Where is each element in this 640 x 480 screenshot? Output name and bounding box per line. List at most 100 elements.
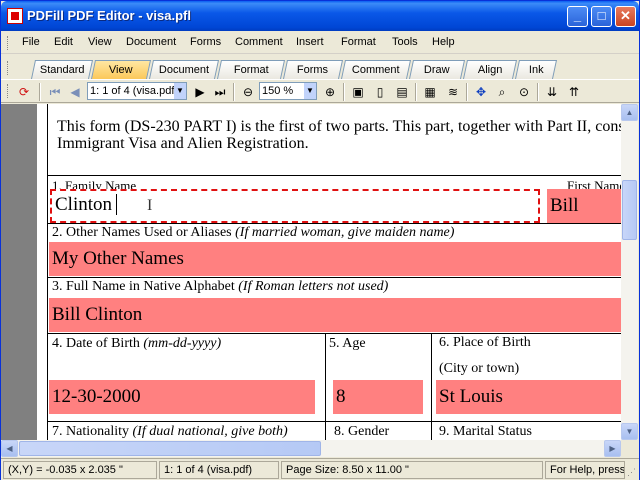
zoom-select[interactable]: 150 % ▼: [259, 82, 317, 100]
menu-comment[interactable]: Comment: [235, 36, 283, 48]
pob-field[interactable]: St Louis: [436, 380, 621, 414]
toolbar-separator: [537, 83, 539, 101]
text-caret: ​: [116, 194, 118, 215]
menu-tools[interactable]: Tools: [392, 36, 418, 48]
toolbar-separator: [39, 83, 41, 101]
pan-icon[interactable]: ✥: [472, 83, 490, 101]
actual-size-icon[interactable]: ▯: [371, 83, 389, 101]
menu-view[interactable]: View: [88, 36, 112, 48]
fit-width-icon[interactable]: ▤: [393, 83, 411, 101]
toolbar-grip[interactable]: [7, 84, 10, 98]
status-page: 1: 1 of 4 (visa.pdf): [159, 461, 279, 479]
label-dob-note: (mm-dd-yyyy): [143, 336, 222, 351]
first-name-field[interactable]: Bill: [547, 189, 621, 223]
zoom-tool-icon[interactable]: ⌕: [493, 83, 511, 101]
page-select[interactable]: 1: 1 of 4 (visa.pdf) ▼: [87, 82, 187, 100]
tab-label: Draw: [424, 64, 450, 76]
tab-label: View: [109, 64, 133, 76]
native-name-field[interactable]: Bill Clinton: [49, 298, 621, 332]
close-button[interactable]: ✕: [615, 6, 636, 27]
tab-standard[interactable]: Standard: [30, 60, 94, 79]
tab-document[interactable]: Document: [148, 60, 220, 79]
tab-draw[interactable]: Draw: [408, 60, 466, 79]
label-age: 5. Age: [329, 336, 366, 351]
other-names-field[interactable]: My Other Names: [49, 242, 621, 276]
label-dob-text: 4. Date of Birth: [52, 336, 140, 351]
scroll-down-icon[interactable]: ▼: [621, 423, 638, 440]
last-page-icon[interactable]: ⏭: [211, 83, 229, 101]
cell-divider: [431, 333, 432, 440]
rule: [47, 223, 621, 224]
magnify-icon[interactable]: ⊙: [515, 83, 533, 101]
zoom-value: 150 %: [262, 85, 294, 97]
tab-label: Comment: [352, 64, 400, 76]
toolbar-separator: [233, 83, 235, 101]
resize-grip-icon[interactable]: ⋰: [627, 467, 636, 478]
family-name-value: Clinton: [55, 194, 113, 215]
dob-field[interactable]: 12-30-2000: [49, 380, 315, 414]
menu-grip[interactable]: [7, 36, 10, 50]
label-other-names: 2. Other Names Used or Aliases (If marri…: [52, 225, 454, 241]
horizontal-scroll-thumb[interactable]: [19, 441, 321, 456]
menu-edit[interactable]: Edit: [54, 36, 73, 48]
chevron-down-icon[interactable]: ▼: [304, 83, 316, 99]
menu-file[interactable]: File: [22, 36, 40, 48]
label-nationality-text: 7. Nationality: [52, 424, 129, 439]
scroll-up-icon[interactable]: ▲: [621, 104, 638, 121]
zoom-out-icon[interactable]: ⊖: [239, 83, 257, 101]
toolbar-separator: [343, 83, 345, 101]
tab-format[interactable]: Format: [216, 60, 286, 79]
family-name-field[interactable]: Clinton​: [50, 189, 540, 223]
tab-align[interactable]: Align: [462, 60, 518, 79]
label-other-names-text: 2. Other Names Used or Aliases: [52, 225, 232, 240]
minimize-button[interactable]: _: [567, 6, 588, 27]
document-view[interactable]: This form (DS-230 PART I) is the first o…: [1, 104, 621, 440]
layers-icon[interactable]: ≋: [444, 83, 462, 101]
maximize-button[interactable]: □: [591, 6, 612, 27]
pdfill-app-icon[interactable]: [7, 8, 23, 24]
title-bar[interactable]: PDFill PDF Editor - visa.pfl _ □ ✕: [1, 1, 639, 31]
collapse-down-icon[interactable]: ⇊: [543, 83, 561, 101]
status-page-size: Page Size: 8.50 x 11.00 ": [281, 461, 543, 479]
menu-forms[interactable]: Forms: [190, 36, 221, 48]
menu-help[interactable]: Help: [432, 36, 455, 48]
prev-page-icon[interactable]: ◀: [66, 83, 84, 101]
scroll-left-icon[interactable]: ◀: [1, 440, 18, 457]
label-nationality: 7. Nationality (If dual national, give b…: [52, 424, 288, 440]
pdf-page[interactable]: This form (DS-230 PART I) is the first o…: [37, 104, 621, 440]
label-other-names-note: (If married woman, give maiden name): [235, 225, 455, 240]
vertical-scrollbar[interactable]: ▲ ▼: [621, 104, 638, 440]
tab-comment[interactable]: Comment: [340, 60, 412, 79]
window-title: PDFill PDF Editor - visa.pfl: [27, 8, 191, 23]
tab-view[interactable]: View: [90, 60, 152, 79]
zoom-in-icon[interactable]: ⊕: [321, 83, 339, 101]
fit-page-icon[interactable]: ▣: [349, 83, 367, 101]
tab-label: Format: [233, 64, 269, 76]
vertical-scroll-thumb[interactable]: [622, 180, 637, 240]
chevron-down-icon[interactable]: ▼: [174, 83, 186, 99]
status-bar: (X,Y) = -0.035 x 2.035 " 1: 1 of 4 (visa…: [1, 458, 639, 480]
label-native-name-text: 3. Full Name in Native Alphabet: [52, 279, 235, 294]
tab-label: Align: [477, 64, 503, 76]
label-dob: 4. Date of Birth (mm-dd-yyyy): [52, 336, 221, 352]
collapse-up-icon[interactable]: ⇈: [565, 83, 583, 101]
toolbar-tabs: Standard View Document Format Forms Comm…: [1, 55, 639, 79]
thumbnails-icon[interactable]: ▦: [421, 83, 439, 101]
app-window: PDFill PDF Editor - visa.pfl _ □ ✕ File …: [0, 0, 640, 480]
tab-forms[interactable]: Forms: [282, 60, 344, 79]
tab-ink[interactable]: Ink: [514, 60, 558, 79]
page-border: [47, 104, 48, 440]
age-field[interactable]: 8: [333, 380, 423, 414]
horizontal-scrollbar[interactable]: ◀ ▶: [1, 440, 621, 457]
refresh-icon[interactable]: ⟳: [15, 83, 33, 101]
menu-format[interactable]: Format: [341, 36, 376, 48]
next-page-icon[interactable]: ▶: [191, 83, 209, 101]
menu-insert[interactable]: Insert: [296, 36, 324, 48]
menu-document[interactable]: Document: [126, 36, 176, 48]
label-native-name: 3. Full Name in Native Alphabet (If Roma…: [52, 279, 388, 295]
first-page-icon[interactable]: ⏮: [46, 83, 64, 101]
scroll-right-icon[interactable]: ▶: [604, 440, 621, 457]
tabs-grip[interactable]: [7, 61, 10, 75]
rule: [47, 277, 621, 278]
tab-label: Ink: [528, 64, 544, 76]
